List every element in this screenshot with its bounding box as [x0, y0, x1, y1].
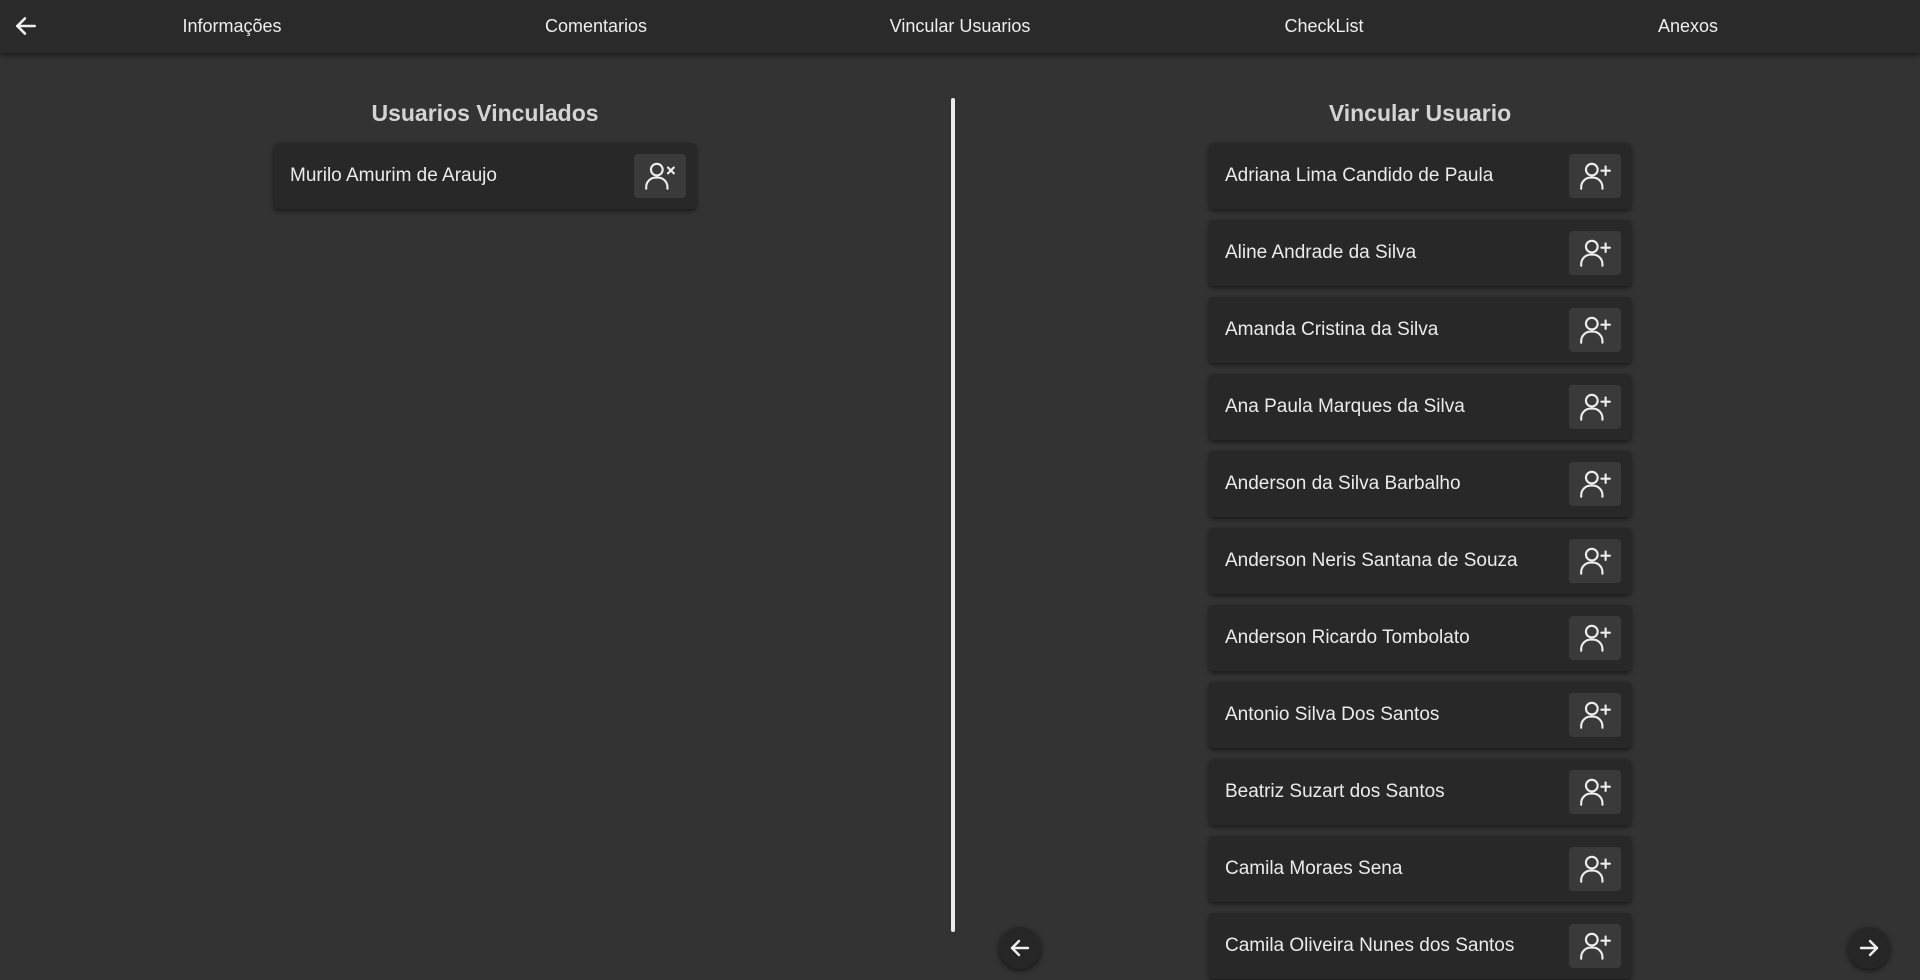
panel-divider — [951, 98, 955, 932]
available-user-card: Camila Oliveira Nunes dos Santos — [1209, 913, 1631, 979]
link-user-button[interactable] — [1569, 154, 1621, 198]
user-add-icon — [1580, 855, 1611, 883]
unlink-user-button[interactable] — [634, 154, 686, 198]
user-name: Anderson da Silva Barbalho — [1225, 473, 1461, 494]
link-user-button[interactable] — [1569, 308, 1621, 352]
link-user-title: Vincular Usuario — [1328, 100, 1512, 126]
available-user-card: Anderson da Silva Barbalho — [1209, 451, 1631, 517]
arrow-left-icon — [1010, 939, 1030, 957]
linked-users-title: Usuarios Vinculados — [371, 100, 599, 126]
user-remove-icon — [645, 162, 675, 190]
tab-anexos[interactable]: Anexos — [1658, 0, 1718, 53]
user-add-icon — [1580, 316, 1611, 344]
tab-vincular-usuarios[interactable]: Vincular Usuarios — [890, 0, 1031, 53]
user-name: Anderson Neris Santana de Souza — [1225, 550, 1518, 571]
user-name: Antonio Silva Dos Santos — [1225, 704, 1440, 725]
user-name: Aline Andrade da Silva — [1225, 242, 1417, 263]
link-user-button[interactable] — [1569, 847, 1621, 891]
user-name: Murilo Amurim de Araujo — [290, 165, 497, 186]
available-user-card: Anderson Neris Santana de Souza — [1209, 528, 1631, 594]
arrow-right-icon — [1859, 939, 1879, 957]
user-add-icon — [1580, 778, 1611, 806]
user-name: Amanda Cristina da Silva — [1225, 319, 1439, 340]
user-add-icon — [1580, 701, 1611, 729]
user-add-icon — [1580, 547, 1611, 575]
user-name: Beatriz Suzart dos Santos — [1225, 781, 1445, 802]
link-user-button[interactable] — [1569, 924, 1621, 968]
top-nav-bar: Informações Comentarios Vincular Usuario… — [0, 0, 1920, 53]
available-user-card: Amanda Cristina da Silva — [1209, 297, 1631, 363]
back-button[interactable] — [8, 8, 44, 44]
available-user-card: Anderson Ricardo Tombolato — [1209, 605, 1631, 671]
available-user-card: Ana Paula Marques da Silva — [1209, 374, 1631, 440]
available-user-card: Antonio Silva Dos Santos — [1209, 682, 1631, 748]
tab-informacoes[interactable]: Informações — [182, 0, 281, 53]
link-user-button[interactable] — [1569, 385, 1621, 429]
tab-checklist[interactable]: CheckList — [1284, 0, 1363, 53]
available-user-card: Beatriz Suzart dos Santos — [1209, 759, 1631, 825]
available-user-card: Camila Moraes Sena — [1209, 836, 1631, 902]
user-name: Camila Moraes Sena — [1225, 858, 1403, 879]
user-add-icon — [1580, 239, 1611, 267]
link-user-button[interactable] — [1569, 462, 1621, 506]
user-name: Camila Oliveira Nunes dos Santos — [1225, 935, 1515, 956]
user-add-icon — [1580, 624, 1611, 652]
link-user-button[interactable] — [1569, 539, 1621, 583]
previous-page-button[interactable] — [999, 927, 1041, 969]
user-name: Anderson Ricardo Tombolato — [1225, 627, 1470, 648]
available-user-card: Aline Andrade da Silva — [1209, 220, 1631, 286]
user-add-icon — [1580, 393, 1611, 421]
link-user-button[interactable] — [1569, 770, 1621, 814]
link-user-button[interactable] — [1569, 693, 1621, 737]
user-add-icon — [1580, 470, 1611, 498]
arrow-left-icon — [16, 17, 36, 35]
link-user-button[interactable] — [1569, 231, 1621, 275]
user-name: Adriana Lima Candido de Paula — [1225, 165, 1494, 186]
next-page-button[interactable] — [1848, 927, 1890, 969]
available-user-card: Adriana Lima Candido de Paula — [1209, 143, 1631, 209]
tab-comentarios[interactable]: Comentarios — [545, 0, 647, 53]
user-name: Ana Paula Marques da Silva — [1225, 396, 1465, 417]
user-add-icon — [1580, 162, 1611, 190]
user-add-icon — [1580, 932, 1611, 960]
link-user-button[interactable] — [1569, 616, 1621, 660]
linked-user-card: Murilo Amurim de Araujo — [274, 143, 696, 209]
